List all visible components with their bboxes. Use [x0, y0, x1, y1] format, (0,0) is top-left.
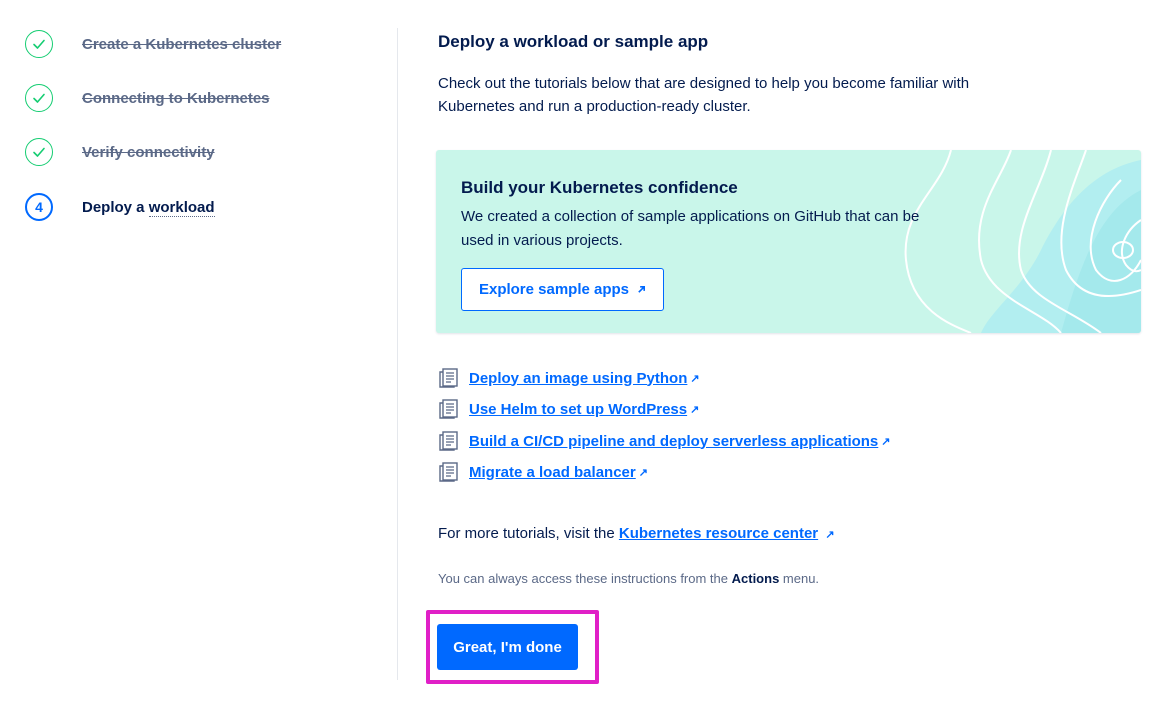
document-icon	[439, 368, 458, 388]
step-label: Create a Kubernetes cluster	[82, 35, 282, 53]
note-suffix: menu.	[779, 571, 820, 586]
document-icon	[439, 431, 458, 451]
step-complete-circle	[25, 30, 53, 58]
sample-apps-card: Build your Kubernetes confidence We crea…	[436, 150, 1141, 333]
vertical-divider	[397, 28, 398, 680]
external-link-icon: ↗	[825, 529, 835, 541]
more-prefix: For more tutorials, visit the	[438, 525, 619, 542]
card-text: We created a collection of sample applic…	[461, 208, 920, 249]
external-link-icon: ↗	[638, 466, 648, 479]
page-title: Deploy a workload or sample app	[438, 32, 709, 51]
tutorial-link[interactable]: Migrate a load balancer	[469, 464, 636, 481]
step-verify: Verify connectivity	[25, 136, 215, 168]
step-complete-circle	[25, 84, 53, 112]
actions-menu-term: Actions	[731, 571, 780, 586]
tutorial-item: Use Helm to set up WordPress ↗	[438, 397, 699, 421]
tutorial-link[interactable]: Build a CI/CD pipeline and deploy server…	[469, 433, 878, 450]
external-link-icon: ↗	[690, 372, 700, 385]
external-link-icon: ↗	[881, 435, 891, 448]
step-label: Connecting to Kubernetes	[82, 89, 270, 107]
workload-term[interactable]: workload	[148, 198, 215, 217]
check-icon	[33, 39, 45, 49]
step-number: 4	[35, 199, 43, 215]
instructions-note: You can always access these instructions…	[438, 571, 819, 586]
step-label-prefix: Deploy a	[82, 198, 149, 216]
document-icon	[439, 462, 458, 482]
more-tutorials-text: For more tutorials, visit the Kubernetes…	[438, 525, 835, 542]
tutorial-link[interactable]: Use Helm to set up WordPress	[469, 401, 687, 418]
done-button-highlight: Great, I'm done	[426, 610, 599, 684]
step-complete-circle	[25, 138, 53, 166]
done-button[interactable]: Great, I'm done	[437, 624, 578, 670]
card-title: Build your Kubernetes confidence	[461, 178, 738, 197]
step-number-circle: 4	[25, 193, 53, 221]
step-label: Verify connectivity	[82, 143, 215, 161]
tutorial-item: Build a CI/CD pipeline and deploy server…	[438, 429, 891, 453]
step-label: Deploy a workload	[82, 198, 215, 217]
step-deploy-workload: 4 Deploy a workload	[25, 191, 215, 223]
note-prefix: You can always access these instructions…	[438, 571, 732, 586]
step-create-cluster: Create a Kubernetes cluster	[25, 28, 281, 60]
check-icon	[33, 147, 45, 157]
document-icon	[439, 399, 458, 419]
button-label: Explore sample apps	[478, 281, 630, 298]
page-description: Check out the tutorials below that are d…	[438, 75, 970, 115]
tutorial-item: Migrate a load balancer ↗	[438, 460, 648, 484]
check-icon	[33, 93, 45, 103]
tutorial-link[interactable]: Deploy an image using Python	[469, 370, 687, 387]
resource-center-link[interactable]: Kubernetes resource center	[619, 525, 818, 542]
tutorial-item: Deploy an image using Python ↗	[438, 366, 700, 390]
external-link-icon: ↗	[690, 403, 700, 416]
explore-sample-apps-button[interactable]: Explore sample apps	[461, 268, 664, 311]
step-connecting: Connecting to Kubernetes	[25, 82, 270, 114]
external-link-icon	[638, 285, 646, 293]
